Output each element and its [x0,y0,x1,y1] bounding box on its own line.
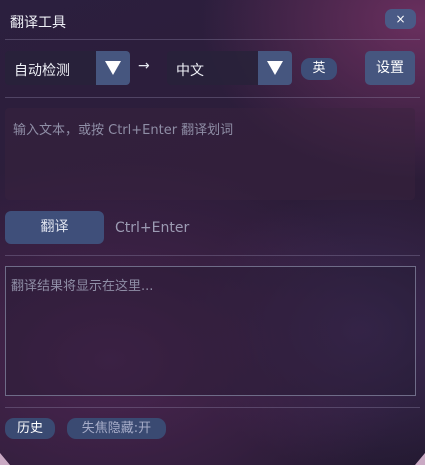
close-button[interactable]: × [385,9,416,29]
source-text-input[interactable]: 输入文本，或按 Ctrl+Enter 翻译划词 [5,108,415,200]
translate-button[interactable]: 翻译 [5,211,104,244]
window-corner-left [0,453,10,465]
divider [5,97,420,98]
divider [5,407,420,408]
window-title: 翻译工具 [10,15,66,31]
close-icon: × [395,12,406,26]
divider [5,255,420,256]
target-language-select[interactable]: 中文 [167,51,292,85]
source-language-dropdown-button[interactable] [96,51,130,85]
chevron-down-icon [105,61,121,75]
window-corner-right [415,453,425,465]
result-placeholder: 翻译结果将显示在这里... [11,279,154,294]
blur-hide-toggle[interactable]: 失焦隐藏:开 [67,418,166,439]
divider [5,39,420,40]
target-language-dropdown-button[interactable] [258,51,292,85]
translation-result-area[interactable]: 翻译结果将显示在这里... [5,266,416,396]
quick-english-toggle[interactable]: 英 [301,58,337,80]
source-language-select[interactable]: 自动检测 [5,51,130,85]
shortcut-hint: Ctrl+Enter [115,220,190,236]
target-language-value: 中文 [176,63,204,79]
history-button[interactable]: 历史 [5,418,55,439]
arrow-right-icon: → [138,58,150,74]
chevron-down-icon [267,61,283,75]
source-language-value: 自动检测 [14,63,70,79]
title-bar[interactable]: 翻译工具 × [0,0,425,40]
source-text-placeholder: 输入文本，或按 Ctrl+Enter 翻译划词 [13,123,234,138]
settings-button[interactable]: 设置 [365,51,415,85]
